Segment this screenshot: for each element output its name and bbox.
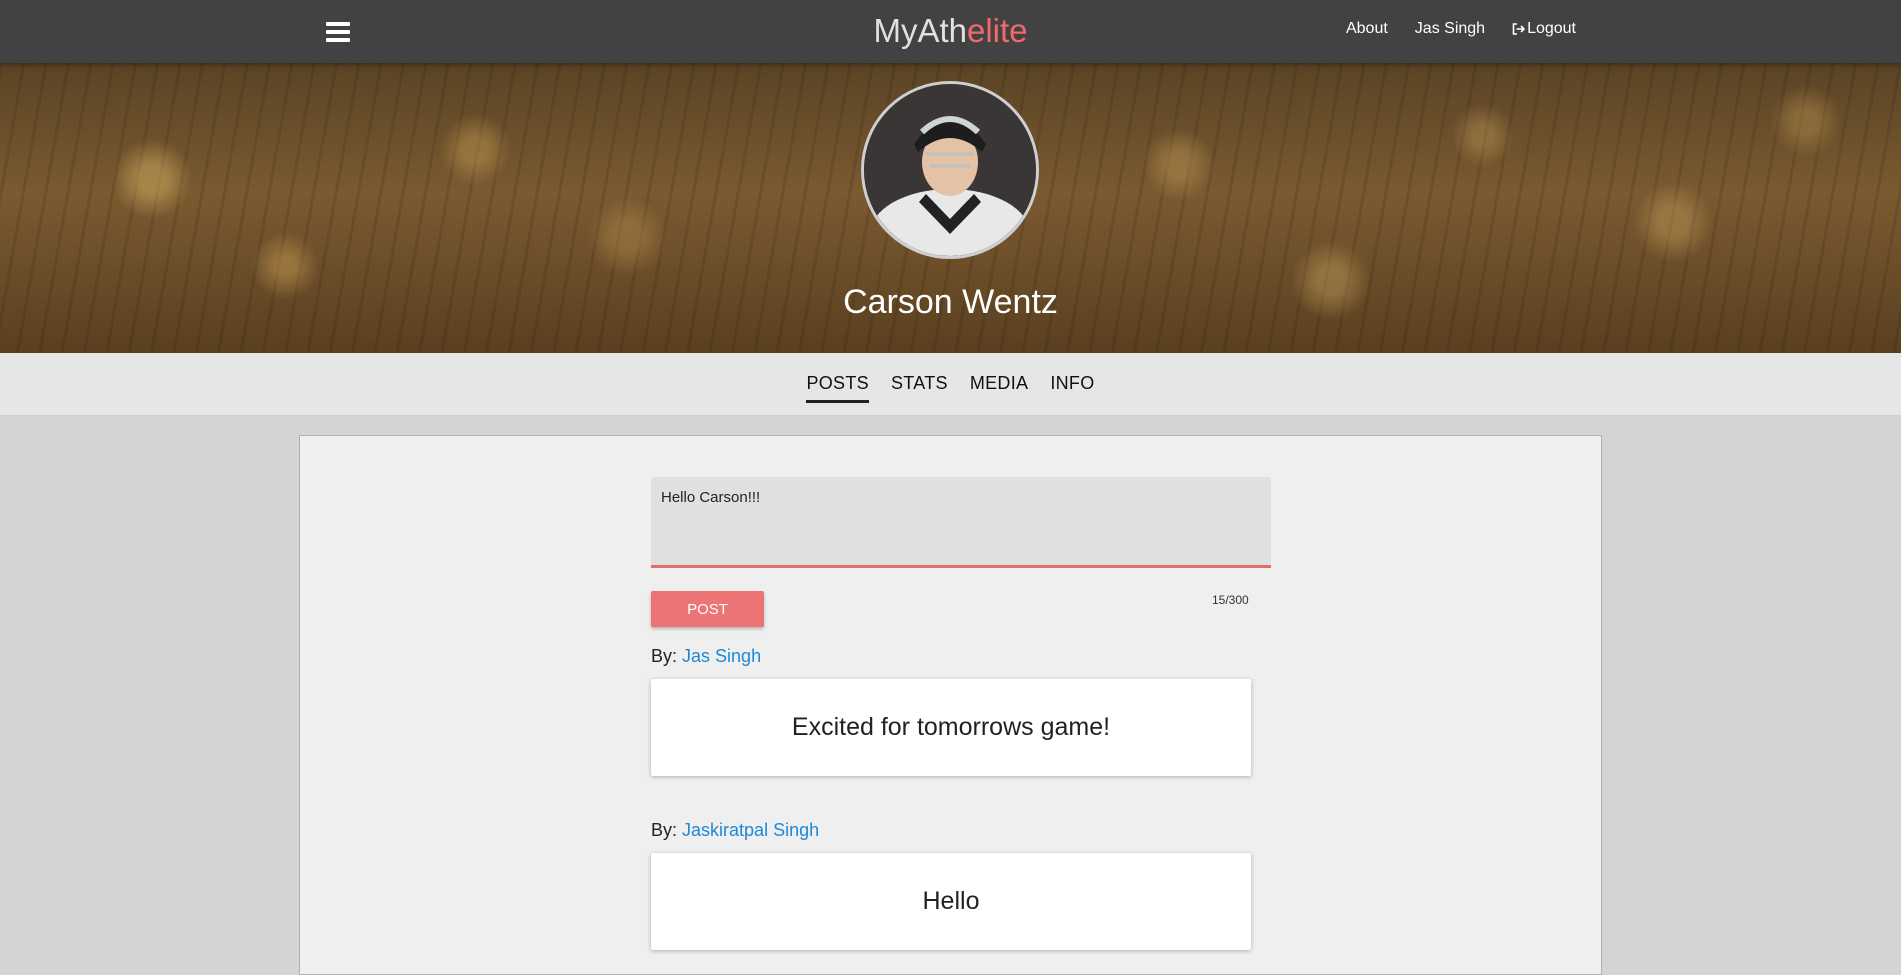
tab-media[interactable]: MEDIA bbox=[970, 373, 1029, 403]
post-author-link[interactable]: Jas Singh bbox=[682, 646, 761, 666]
tab-stats[interactable]: STATS bbox=[891, 373, 948, 403]
post-byline: By: Jas Singh bbox=[651, 646, 761, 667]
post-byline: By: Jaskiratpal Singh bbox=[651, 820, 819, 841]
logout-icon bbox=[1512, 23, 1526, 35]
athlete-photo bbox=[864, 84, 1036, 256]
menu-icon[interactable] bbox=[326, 21, 352, 43]
byline-label: By: bbox=[651, 820, 678, 840]
brand-prefix: MyAth bbox=[873, 12, 967, 49]
tab-info[interactable]: INFO bbox=[1050, 373, 1094, 403]
about-link[interactable]: About bbox=[1346, 20, 1388, 38]
post-text: Excited for tomorrows game! bbox=[791, 713, 1111, 741]
brand-accent: elite bbox=[966, 12, 1028, 49]
tab-posts[interactable]: POSTS bbox=[806, 373, 869, 403]
char-counter: 15/300 bbox=[1212, 593, 1249, 607]
post-textarea[interactable]: Hello Carson!!! bbox=[651, 477, 1271, 568]
profile-tabs-bar: POSTS STATS MEDIA INFO bbox=[0, 353, 1901, 416]
brand-logo: MyAthelite bbox=[0, 10, 1901, 52]
post-button[interactable]: POST bbox=[651, 591, 764, 627]
post-text: Hello bbox=[922, 887, 980, 915]
user-link[interactable]: Jas Singh bbox=[1415, 20, 1485, 38]
logout-label: Logout bbox=[1527, 20, 1576, 37]
logout-link[interactable]: Logout bbox=[1512, 20, 1576, 38]
byline-label: By: bbox=[651, 646, 678, 666]
post-author-link[interactable]: Jaskiratpal Singh bbox=[682, 820, 819, 840]
post-card: Excited for tomorrows game! bbox=[651, 679, 1251, 776]
top-navbar: MyAthelite About Jas Singh Logout bbox=[0, 0, 1901, 63]
athlete-name: Carson Wentz bbox=[843, 283, 1058, 321]
nav-links: About Jas Singh Logout bbox=[1346, 20, 1576, 38]
post-card: Hello bbox=[651, 853, 1251, 950]
profile-tabs: POSTS STATS MEDIA INFO bbox=[0, 373, 1901, 403]
athlete-avatar bbox=[861, 81, 1039, 259]
